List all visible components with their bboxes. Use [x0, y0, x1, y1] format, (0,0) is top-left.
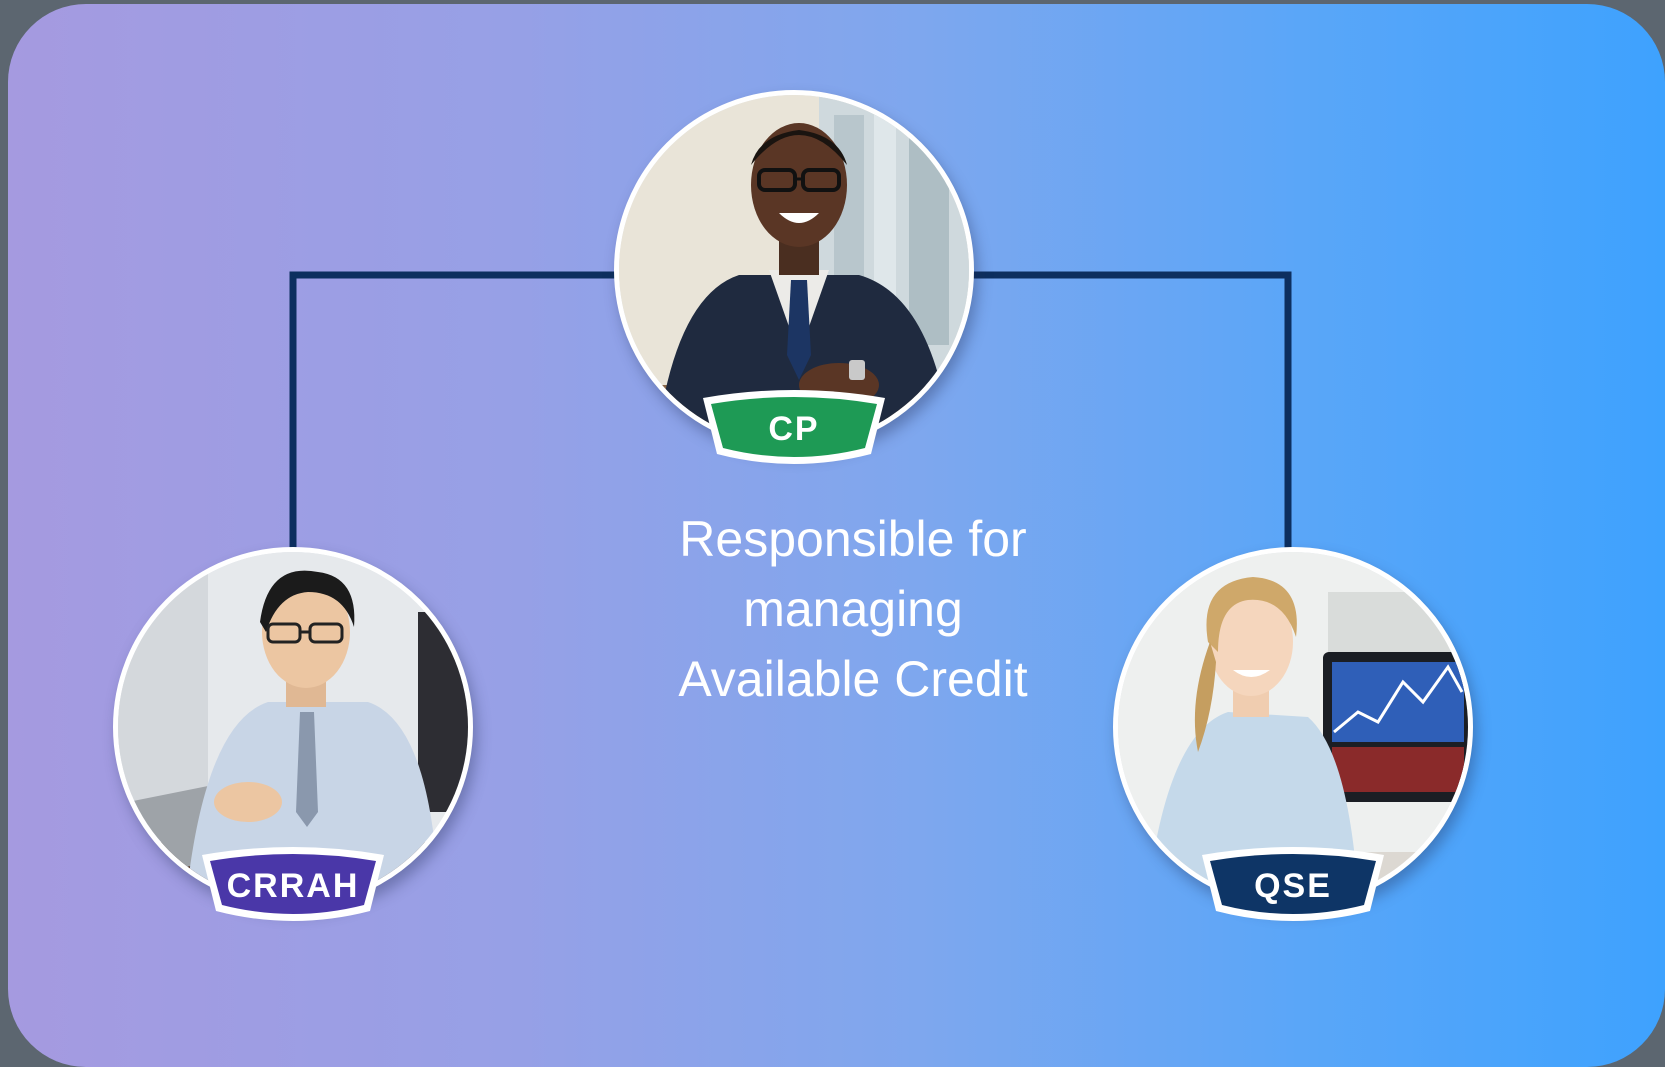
badge-crrah: CRRAH: [198, 847, 388, 927]
node-cp: CP: [614, 90, 974, 464]
badge-qse: QSE: [1198, 847, 1388, 927]
diagram-canvas: CP CRRAH QSE Responsible for managing Av…: [8, 4, 1665, 1067]
description-line-1: Responsible for: [679, 511, 1027, 567]
badge-crrah-label: CRRAH: [226, 867, 360, 905]
role-description: Responsible for managing Available Credi…: [608, 504, 1098, 714]
node-qse: QSE: [1113, 547, 1473, 921]
description-line-2: managing: [743, 581, 963, 637]
badge-cp-label: CP: [768, 410, 820, 448]
node-crrah: CRRAH: [113, 547, 473, 921]
description-line-3: Available Credit: [678, 651, 1028, 707]
badge-qse-label: QSE: [1254, 867, 1332, 905]
connector-left-line: [289, 271, 618, 549]
badge-cp: CP: [699, 390, 889, 470]
